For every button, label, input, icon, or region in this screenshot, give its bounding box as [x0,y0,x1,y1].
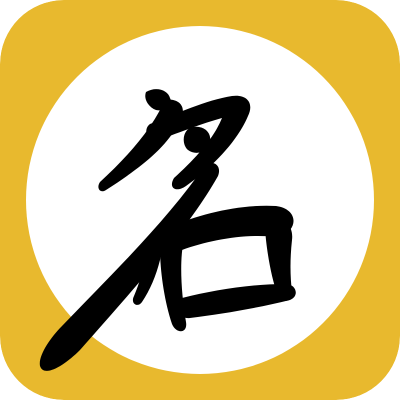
app-icon[interactable] [0,0,400,400]
app-icon-artwork [0,0,400,400]
